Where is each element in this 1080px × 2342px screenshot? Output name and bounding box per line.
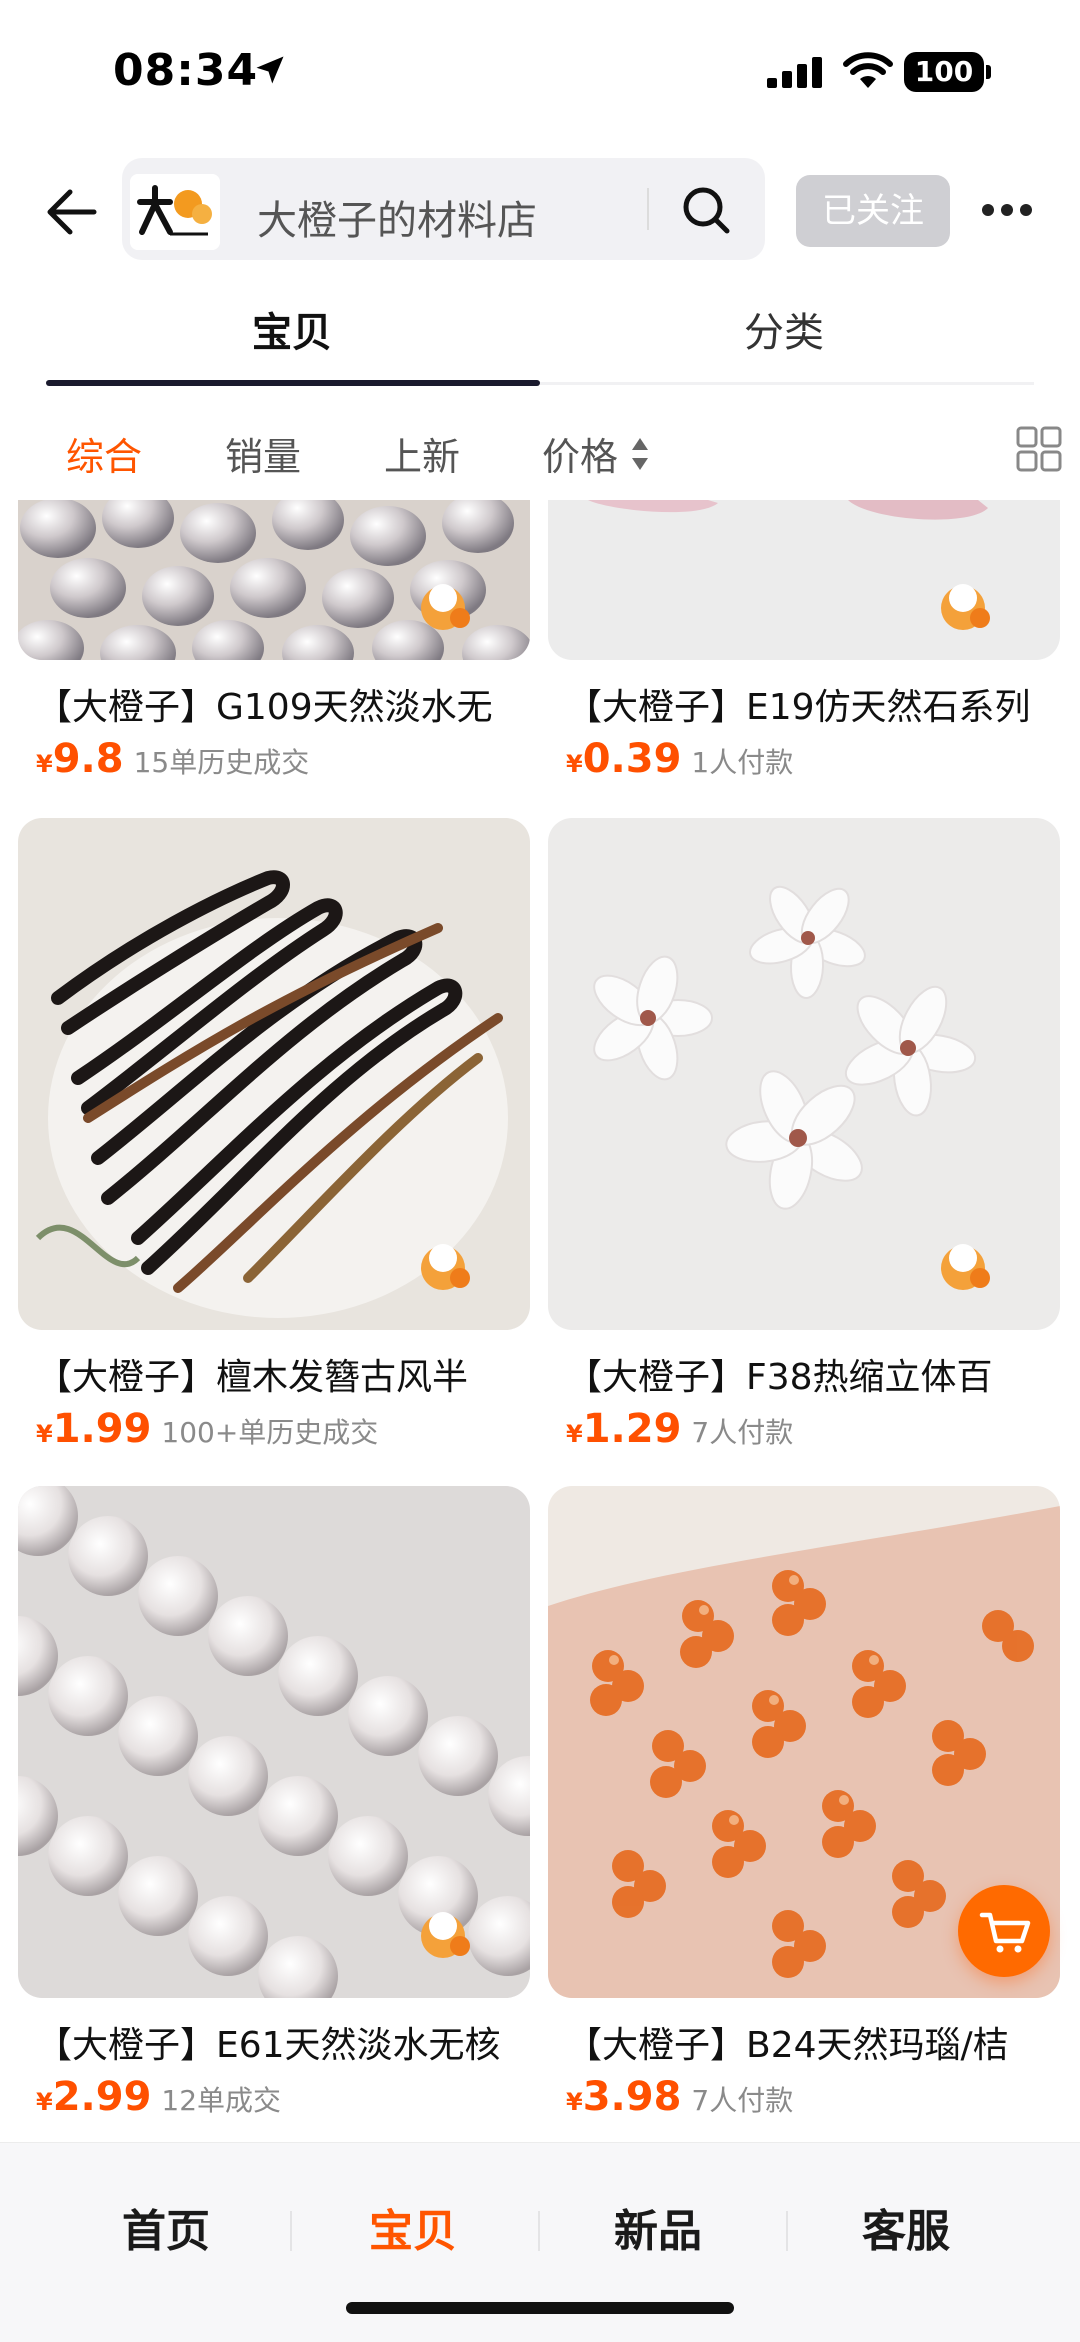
product-grid: 【大橙子】G109天然淡水无 ¥9.8 15单历史成交 【大橙子】E19仿天然石系… [0, 500, 1080, 2140]
tab-categories[interactable]: 分类 [744, 300, 824, 358]
shop-header: 大橙子的材料店 已关注 [0, 150, 1080, 270]
search-icon[interactable] [680, 184, 732, 236]
product-title: 【大橙子】E19仿天然石系列 [566, 687, 1031, 728]
back-arrow-icon[interactable] [40, 184, 100, 240]
product-image-hairpins [18, 818, 530, 1330]
nav-service[interactable]: 客服 [862, 2195, 950, 2259]
nav-new[interactable]: 新品 [614, 2195, 702, 2259]
product-price: 3.98 [582, 2074, 682, 2120]
tab-track [540, 382, 1034, 385]
nav-products[interactable]: 宝贝 [369, 2195, 457, 2259]
product-card[interactable]: 【大橙子】F38热缩立体百 ¥1.29 7人付款 [548, 818, 1060, 1452]
tab-indicator [46, 380, 540, 386]
product-price-line: ¥1.29 7人付款 [566, 1406, 793, 1452]
sort-sales[interactable]: 销量 [225, 426, 301, 481]
product-card[interactable]: 【大橙子】G109天然淡水无 ¥9.8 15单历史成交 [18, 500, 530, 782]
product-title: 【大橙子】F38热缩立体百 [566, 1357, 993, 1398]
product-sales: 7人付款 [691, 1416, 794, 1449]
product-price: 1.99 [52, 1406, 152, 1452]
cart-icon [979, 1912, 1031, 1953]
status-time: 08:34 [113, 45, 259, 96]
product-sales: 1人付款 [691, 746, 794, 779]
currency-symbol: ¥ [566, 750, 583, 778]
shop-tabs: 宝贝 分类 [0, 290, 1080, 386]
product-sales: 100+单历史成交 [161, 1416, 379, 1449]
product-card[interactable]: 【大橙子】檀木发簪古风半 ¥1.99 100+单历史成交 [18, 818, 530, 1452]
product-price-line: ¥3.98 7人付款 [566, 2074, 793, 2120]
product-price: 0.39 [582, 736, 682, 782]
product-price-line: ¥2.99 12单成交 [36, 2074, 281, 2120]
sort-new[interactable]: 上新 [384, 426, 460, 481]
product-title: 【大橙子】B24天然玛瑙/桔 [566, 2025, 1009, 2066]
home-indicator [346, 2302, 734, 2314]
follow-button[interactable]: 已关注 [796, 175, 950, 247]
product-sales: 15单历史成交 [133, 746, 310, 779]
product-price-line: ¥0.39 1人付款 [566, 736, 793, 782]
product-image-pearl-strands [18, 1486, 530, 1998]
shop-name-text: 大橙子的材料店 [257, 198, 537, 244]
product-image-stone [548, 500, 1060, 660]
more-icon[interactable] [982, 204, 1032, 218]
product-price-line: ¥1.99 100+单历史成交 [36, 1406, 378, 1452]
currency-symbol: ¥ [36, 750, 53, 778]
product-price: 9.8 [52, 736, 124, 782]
product-card[interactable]: 【大橙子】E61天然淡水无核 ¥2.99 12单成交 [18, 1486, 530, 2120]
currency-symbol: ¥ [566, 1420, 583, 1448]
status-bar: 08:34 100 [0, 0, 1080, 140]
product-price: 1.29 [582, 1406, 682, 1452]
product-title: 【大橙子】G109天然淡水无 [36, 687, 493, 728]
battery-indicator: 100 [904, 52, 991, 92]
nav-divider [538, 2211, 540, 2251]
search-divider [647, 188, 649, 230]
sort-price[interactable]: 价格 [542, 426, 618, 481]
nav-home[interactable]: 首页 [122, 2195, 210, 2259]
sort-bar: 综合 销量 上新 价格 [0, 410, 1080, 500]
cart-button[interactable] [958, 1885, 1050, 1977]
product-sales: 12单成交 [161, 2084, 282, 2117]
currency-symbol: ¥ [566, 2088, 583, 2116]
nav-divider [786, 2211, 788, 2251]
grid-view-icon[interactable] [1016, 426, 1062, 472]
tab-products[interactable]: 宝贝 [252, 300, 332, 358]
nav-divider [290, 2211, 292, 2251]
wifi-icon [843, 52, 893, 88]
product-image-pearls [18, 500, 530, 660]
price-sort-arrows-icon[interactable] [630, 436, 650, 472]
product-card[interactable]: 【大橙子】E19仿天然石系列 ¥0.39 1人付款 [548, 500, 1060, 782]
cellular-signal-icon [767, 57, 822, 88]
sort-comprehensive[interactable]: 综合 [66, 426, 142, 481]
product-price-line: ¥9.8 15单历史成交 [36, 736, 309, 782]
currency-symbol: ¥ [36, 1420, 53, 1448]
product-title: 【大橙子】檀木发簪古风半 [36, 1357, 469, 1398]
location-arrow-icon [256, 56, 284, 84]
shop-search-bar[interactable]: 大橙子的材料店 [122, 158, 765, 260]
product-sales: 7人付款 [691, 2084, 794, 2117]
product-title: 【大橙子】E61天然淡水无核 [36, 2025, 501, 2066]
product-image-flowers [548, 818, 1060, 1330]
shop-logo [130, 174, 220, 250]
product-price: 2.99 [52, 2074, 152, 2120]
currency-symbol: ¥ [36, 2088, 53, 2116]
